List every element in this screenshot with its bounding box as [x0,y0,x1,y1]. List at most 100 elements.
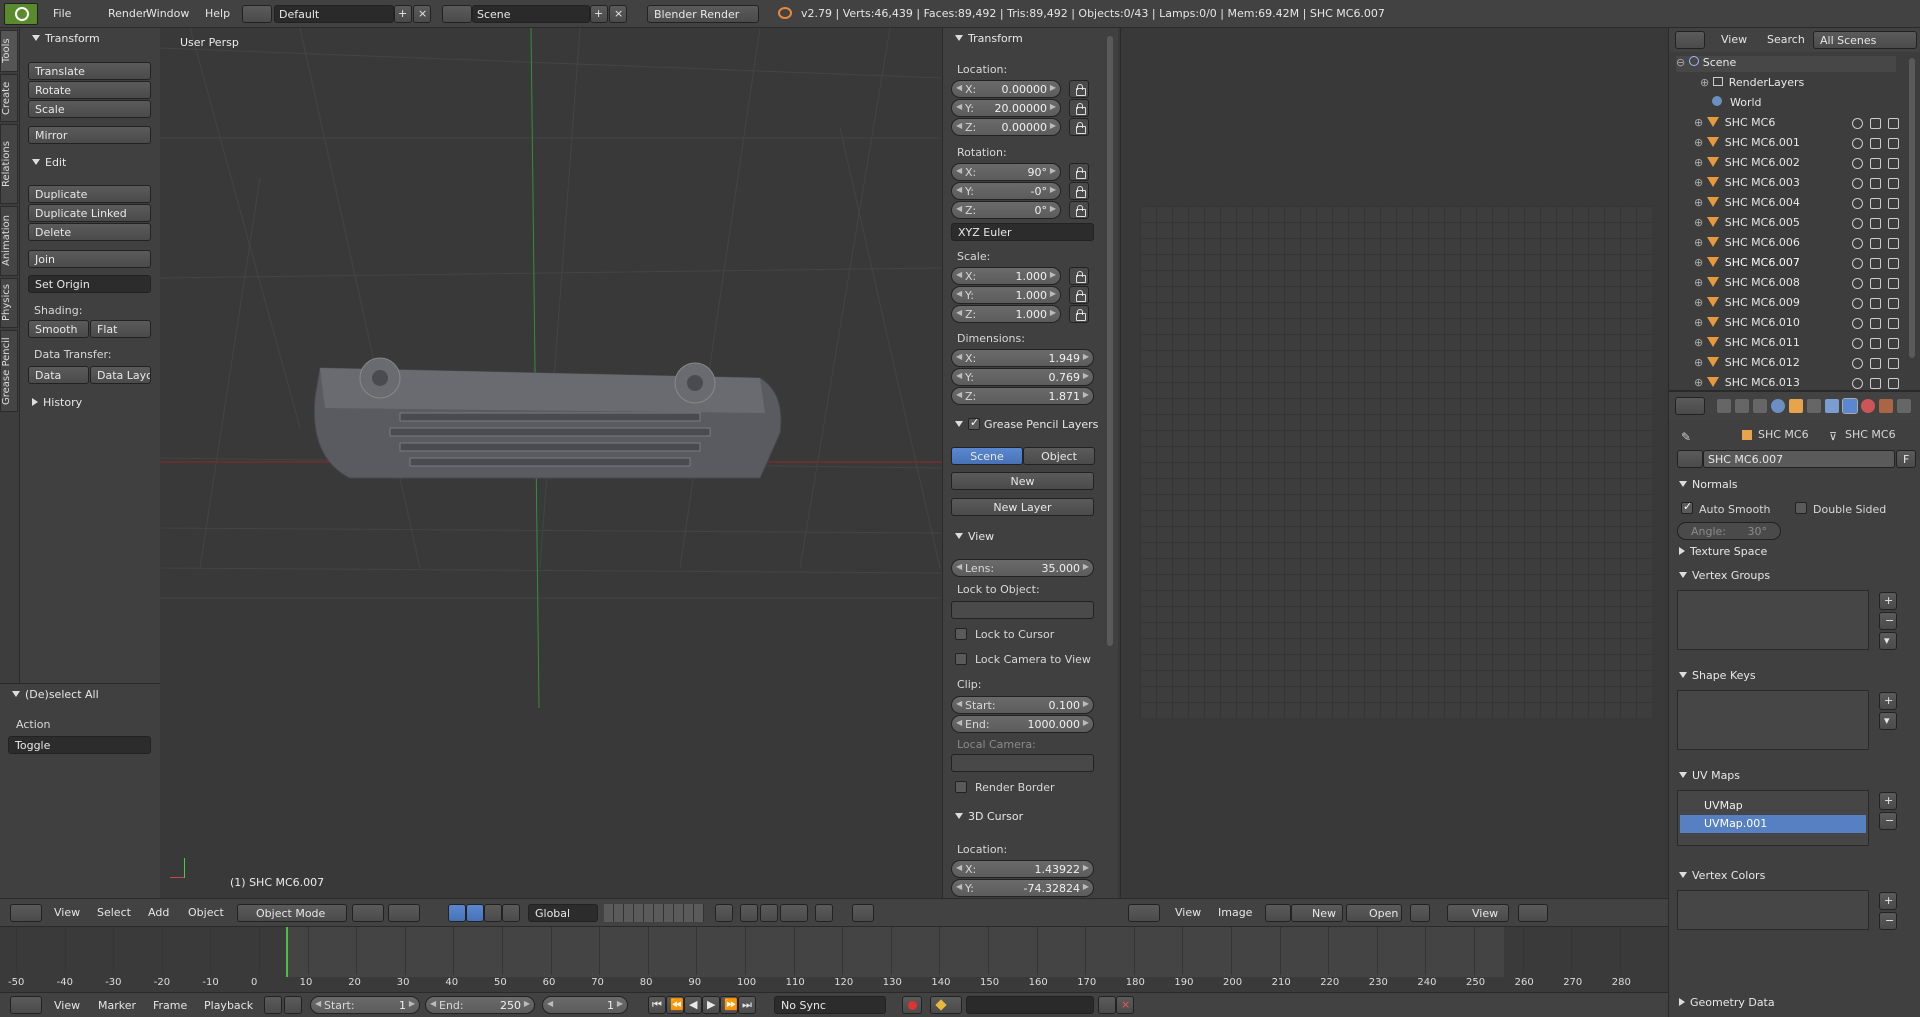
outliner-menu-view[interactable]: View [1721,33,1747,46]
vertex-colors-header[interactable]: Vertex Colors [1679,869,1765,882]
cursor-icon[interactable] [1870,118,1881,129]
uv-map-row-active[interactable]: UVMap.001 [1680,815,1866,833]
eye-icon[interactable] [1852,158,1863,169]
lock-scale-z-button[interactable] [1069,305,1089,323]
properties-editor-type[interactable] [1675,397,1705,415]
image-editor-type-button[interactable] [1128,904,1160,922]
vertex-groups-list[interactable] [1677,590,1869,650]
eye-icon[interactable] [1852,318,1863,329]
outliner-world-row[interactable]: World [1712,96,1762,112]
expand-icon[interactable]: ⊕ [1694,316,1707,329]
vertex-group-menu[interactable]: ▾ [1879,632,1897,650]
menu-view[interactable]: View [54,906,80,919]
image-editor[interactable] [1120,28,1668,898]
menu-render[interactable]: Render [108,7,147,20]
lock-rotation-y-button[interactable] [1069,182,1089,200]
scale-z-field[interactable]: ◀ Z: 1.000 ▶ [951,305,1061,323]
sync-mode-select[interactable]: No Sync [774,996,886,1014]
lock-location-x-button[interactable] [1069,80,1089,98]
uv-map-row[interactable]: UVMap [1680,797,1866,815]
timeline-menu-frame[interactable]: Frame [153,999,187,1012]
menu-file[interactable]: File [53,7,71,20]
outliner-scrollbar[interactable] [1909,58,1915,358]
render-layers-tab-icon[interactable] [1735,399,1749,413]
scene-tab-icon[interactable] [1753,399,1767,413]
shape-keys-header[interactable]: Shape Keys [1679,669,1756,682]
scale-y-field[interactable]: ◀ Y: 1.000 ▶ [951,286,1061,304]
eye-icon[interactable] [1852,258,1863,269]
mesh-browse-button[interactable] [1677,450,1703,468]
mirror-button[interactable]: Mirror [28,126,151,144]
double-sided-checkbox[interactable] [1795,502,1807,514]
tab-physics[interactable]: Physics [0,278,18,328]
flat-button[interactable]: Flat [90,320,151,338]
transform-panel-header[interactable]: Transform [32,32,100,45]
rotation-mode-select[interactable]: XYZ Euler [951,223,1094,241]
scene-name-field[interactable]: Scene [472,5,590,23]
rotate-manipulator[interactable] [484,904,502,922]
eye-icon[interactable] [1852,298,1863,309]
history-panel-header[interactable]: History [32,396,82,409]
image-menu-image[interactable]: Image [1218,906,1252,919]
pivot-select[interactable] [388,904,420,922]
tab-animation[interactable]: Animation [0,206,18,276]
set-origin-select[interactable]: Set Origin [28,275,151,293]
menu-select[interactable]: Select [97,906,131,919]
expand-icon[interactable]: ⊕ [1694,356,1707,369]
eye-icon[interactable] [1852,198,1863,209]
angle-field[interactable]: Angle: 30° [1677,522,1781,540]
vertex-group-add[interactable]: + [1879,592,1897,610]
expand-icon[interactable]: ⊕ [1694,196,1707,209]
outliner-scene-row[interactable]: ⊖ Scene [1676,56,1896,72]
tab-relations[interactable]: Relations [0,124,18,204]
snap-element-select[interactable] [780,904,808,922]
duplicate-linked-button[interactable]: Duplicate Linked [28,204,151,222]
clip-end-field[interactable]: ◀ End: 1000.000 ▶ [951,715,1094,733]
cursor-icon[interactable] [1870,238,1881,249]
editor-type-button[interactable] [10,904,42,922]
3d-cursor-header[interactable]: 3D Cursor [955,810,1023,823]
operator-header[interactable]: (De)select All [12,688,99,701]
translate-button[interactable]: Translate [28,62,151,80]
edit-panel-header[interactable]: Edit [32,156,66,169]
render-icon[interactable] [1888,318,1899,329]
render-icon[interactable] [1888,178,1899,189]
uv-map-add[interactable]: + [1879,792,1897,810]
delete-button[interactable]: Delete [28,223,151,241]
image-snapshot-button[interactable] [1518,904,1548,922]
object-tab-icon[interactable] [1789,399,1803,413]
image-pin-button[interactable] [1410,904,1430,922]
dimension-z-field[interactable]: ◀ Z: 1.871 ▶ [951,387,1094,405]
clip-start-field[interactable]: ◀ Start: 0.100 ▶ [951,696,1094,714]
render-icon[interactable] [1888,298,1899,309]
jump-start-button[interactable]: ⏮ [648,996,666,1014]
timeline[interactable]: -50 -40 -30 -20 -10 0 10 20 30 40 50 60 70 80 90 100 110… [0,926,1668,992]
menu-help[interactable]: Help [205,7,230,20]
expand-icon[interactable]: ⊕ [1694,156,1707,169]
lens-field[interactable]: ◀ Lens: 35.000 ▶ [951,559,1094,577]
expand-icon[interactable]: ⊕ [1694,256,1707,269]
rotation-x-field[interactable]: ◀ X: 90° ▶ [951,163,1061,181]
lock-location-y-button[interactable] [1069,99,1089,117]
play-button[interactable]: ▶ [702,996,720,1014]
geometry-data-header[interactable]: Geometry Data [1679,996,1775,1009]
image-new-button[interactable]: New [1291,904,1343,922]
constraints-tab-icon[interactable] [1807,399,1821,413]
render-icon[interactable] [1888,218,1899,229]
layout-type-icon[interactable] [242,5,272,23]
vertex-color-remove[interactable]: − [1879,912,1897,930]
cursor-icon[interactable] [1870,338,1881,349]
remove-scene-button[interactable]: × [609,5,627,23]
eye-icon[interactable] [1852,118,1863,129]
timeline-editor-type[interactable] [10,996,42,1014]
cursor-icon[interactable] [1870,138,1881,149]
grease-pencil-checkbox[interactable] [968,416,980,430]
play-reverse-button[interactable]: ◀ [684,996,702,1014]
cursor-icon[interactable] [1870,298,1881,309]
render-engine-select[interactable]: Blender Render [647,5,759,23]
blender-logo-icon[interactable] [4,3,38,25]
render-icon[interactable] [1888,238,1899,249]
rotation-z-field[interactable]: ◀ Z: 0° ▶ [951,201,1061,219]
lock-to-cursor-checkbox[interactable] [955,628,967,640]
timeline-menu-view[interactable]: View [54,999,80,1012]
